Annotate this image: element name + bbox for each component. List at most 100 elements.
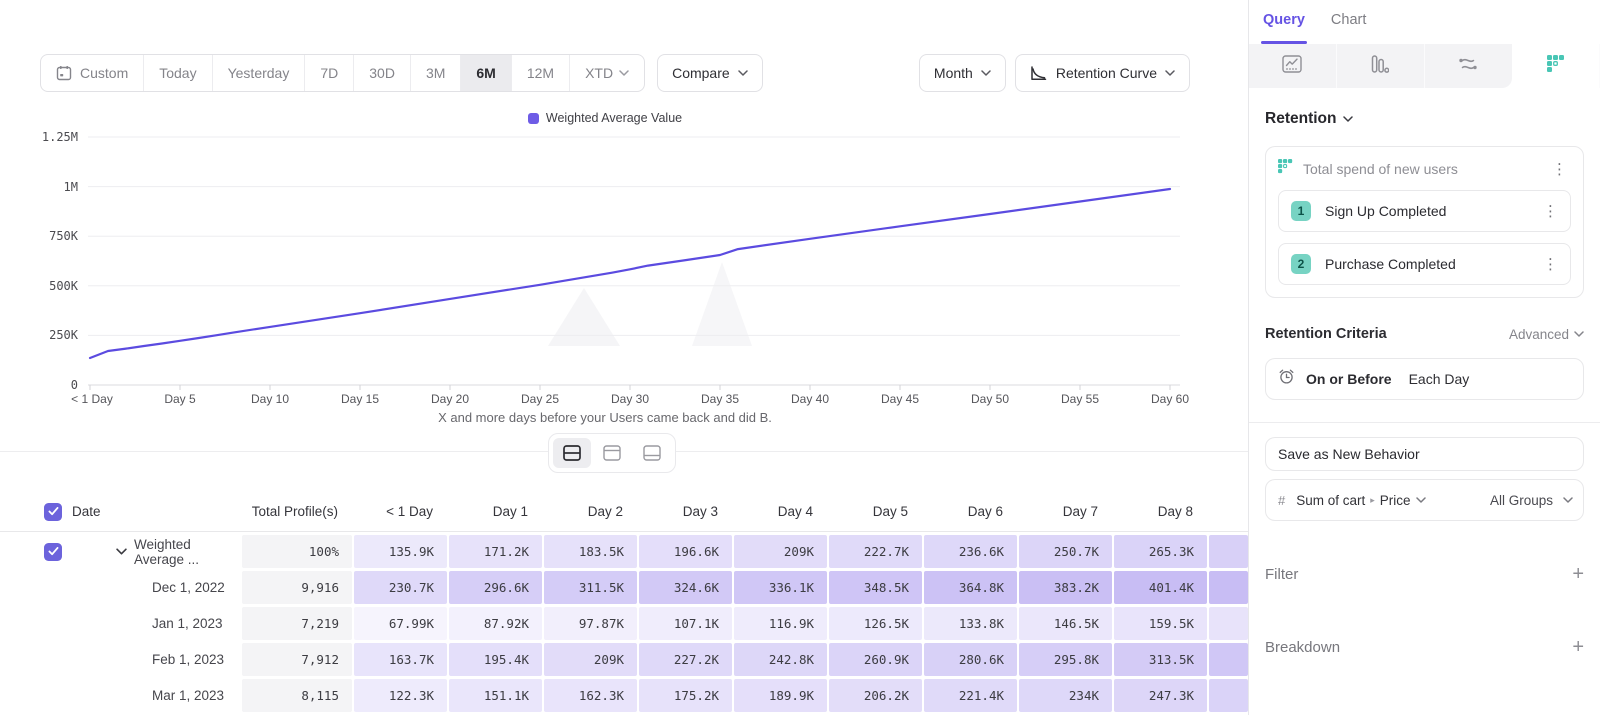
chart-type-button[interactable]: Retention Curve xyxy=(1015,54,1190,92)
all-groups-dropdown[interactable]: All Groups xyxy=(1490,493,1573,508)
layout-split-button[interactable] xyxy=(553,438,591,468)
report-type-switcher xyxy=(1249,44,1600,88)
report-button-insights[interactable] xyxy=(1249,44,1337,88)
layout-toggle-group xyxy=(548,433,676,473)
kebab-menu-icon[interactable]: ⋮ xyxy=(1548,160,1571,179)
chevron-down-icon xyxy=(1563,497,1573,503)
x-tick-label: Day 30 xyxy=(611,392,649,406)
total-profiles-cell: 100% xyxy=(242,535,352,568)
retention-value-cell: 116.9K xyxy=(734,607,827,640)
retention-value-cell-partial xyxy=(1209,571,1248,604)
section-title: Retention xyxy=(1265,110,1336,128)
step-number-badge: 1 xyxy=(1291,201,1311,221)
retention-value-cell: 195.4K xyxy=(449,643,542,676)
report-button-retention[interactable] xyxy=(1512,44,1600,88)
range-button-12m[interactable]: 12M xyxy=(511,55,569,91)
chart-caption: X and more days before your Users came b… xyxy=(0,410,1210,425)
sidebar-tabs: Query Chart xyxy=(1249,0,1600,44)
retention-value-cell: 265.3K xyxy=(1114,535,1207,568)
range-button-yesterday[interactable]: Yesterday xyxy=(212,55,305,91)
add-filter-button[interactable]: + xyxy=(1572,563,1584,586)
retention-value-cell: 175.2K xyxy=(639,679,732,712)
range-button-7d[interactable]: 7D xyxy=(304,55,353,91)
row-checkbox[interactable] xyxy=(44,543,62,561)
granularity-button[interactable]: Month xyxy=(919,54,1006,92)
retention-value-cell: 295.8K xyxy=(1019,643,1112,676)
frequency-label: Each Day xyxy=(1409,371,1470,387)
total-profiles-cell: 9,916 xyxy=(242,571,352,604)
tab-chart[interactable]: Chart xyxy=(1331,12,1366,44)
date-range-group: CustomTodayYesterday7D30D3M6M12MXTD xyxy=(40,54,645,92)
tab-query[interactable]: Query xyxy=(1263,12,1305,44)
retention-value-cell: 383.2K xyxy=(1019,571,1112,604)
x-tick-label: Day 5 xyxy=(164,392,195,406)
x-tick-label: Day 25 xyxy=(521,392,559,406)
behavior-step-1[interactable]: 1Sign Up Completed⋮ xyxy=(1278,190,1571,232)
layout-table-button[interactable] xyxy=(633,438,671,468)
chevron-down-icon xyxy=(1165,70,1175,76)
report-button-flows[interactable] xyxy=(1425,44,1513,88)
report-button-funnels[interactable] xyxy=(1337,44,1425,88)
top-panel-icon xyxy=(603,445,621,461)
kebab-menu-icon[interactable]: ⋮ xyxy=(1539,202,1562,221)
retention-value-cell: 296.6K xyxy=(449,571,542,604)
measure-row[interactable]: # Sum of cart ▸ Price All Groups xyxy=(1265,479,1584,521)
column-header: Day 7 xyxy=(1019,504,1112,519)
row-label: Feb 1, 2023 xyxy=(152,652,224,667)
breakdown-section: Breakdown + xyxy=(1265,636,1584,659)
measure-property: Price xyxy=(1380,493,1411,508)
y-tick-label: 750K xyxy=(14,229,78,243)
row-label-cell: Mar 1, 2023 xyxy=(0,679,240,712)
retention-value-cell: 159.5K xyxy=(1114,607,1207,640)
y-tick-label: 500K xyxy=(14,279,78,293)
chevron-down-icon xyxy=(1416,497,1426,503)
main-area: CustomTodayYesterday7D30D3M6M12MXTD Comp… xyxy=(0,0,1248,715)
kebab-menu-icon[interactable]: ⋮ xyxy=(1539,255,1562,274)
range-button-custom[interactable]: Custom xyxy=(41,55,143,91)
retention-value-cell-partial xyxy=(1209,535,1248,568)
range-button-6m[interactable]: 6M xyxy=(460,55,510,91)
x-tick-label: Day 20 xyxy=(431,392,469,406)
range-button-today[interactable]: Today xyxy=(143,55,211,91)
y-tick-label: 0 xyxy=(14,378,78,392)
chevron-down-icon xyxy=(738,70,748,76)
chevron-down-icon xyxy=(1574,331,1584,337)
behavior-card: Total spend of new users ⋮ 1Sign Up Comp… xyxy=(1265,146,1584,298)
alarm-clock-icon xyxy=(1278,368,1295,390)
advanced-dropdown[interactable]: Advanced xyxy=(1509,327,1584,342)
select-all-checkbox[interactable] xyxy=(44,503,62,521)
flows-icon xyxy=(1458,55,1478,78)
compare-label: Compare xyxy=(672,65,730,81)
behavior-step-2[interactable]: 2Purchase Completed⋮ xyxy=(1278,243,1571,285)
column-header: Day 5 xyxy=(829,504,922,519)
expand-chevron-icon[interactable] xyxy=(116,548,127,555)
step-label: Purchase Completed xyxy=(1325,256,1539,272)
behavior-steps: 1Sign Up Completed⋮ 2Purchase Completed⋮ xyxy=(1278,190,1571,285)
split-view-icon xyxy=(563,445,581,461)
granularity-label: Month xyxy=(934,65,973,81)
layout-chart-button[interactable] xyxy=(593,438,631,468)
retention-value-cell: 67.99K xyxy=(354,607,447,640)
chevron-down-icon xyxy=(981,70,991,76)
range-button-30d[interactable]: 30D xyxy=(353,55,410,91)
total-profiles-cell: 8,115 xyxy=(242,679,352,712)
x-tick-label: Day 60 xyxy=(1151,392,1189,406)
range-button-xtd[interactable]: XTD xyxy=(569,55,644,91)
add-breakdown-button[interactable]: + xyxy=(1572,636,1584,659)
filter-section: Filter + xyxy=(1265,563,1584,586)
column-header: Total Profile(s) xyxy=(242,504,352,519)
compare-button[interactable]: Compare xyxy=(657,54,763,92)
retention-section-heading[interactable]: Retention xyxy=(1265,110,1584,128)
retention-value-cell: 126.5K xyxy=(829,607,922,640)
date-toolbar: CustomTodayYesterday7D30D3M6M12MXTD Comp… xyxy=(40,54,763,92)
column-header: Day 2 xyxy=(544,504,637,519)
breakdown-label: Breakdown xyxy=(1265,639,1572,656)
table-header-row: DateTotal Profile(s)< 1 DayDay 1Day 2Day… xyxy=(0,492,1248,532)
retention-value-cell: 311.5K xyxy=(544,571,637,604)
measure-event: Sum of cart xyxy=(1296,493,1365,508)
save-as-new-behavior-button[interactable]: Save as New Behavior xyxy=(1265,437,1584,471)
insights-icon xyxy=(1282,55,1302,78)
criteria-condition-row[interactable]: On or Before Each Day xyxy=(1265,358,1584,400)
range-button-3m[interactable]: 3M xyxy=(410,55,460,91)
criteria-label: Retention Criteria xyxy=(1265,326,1509,342)
